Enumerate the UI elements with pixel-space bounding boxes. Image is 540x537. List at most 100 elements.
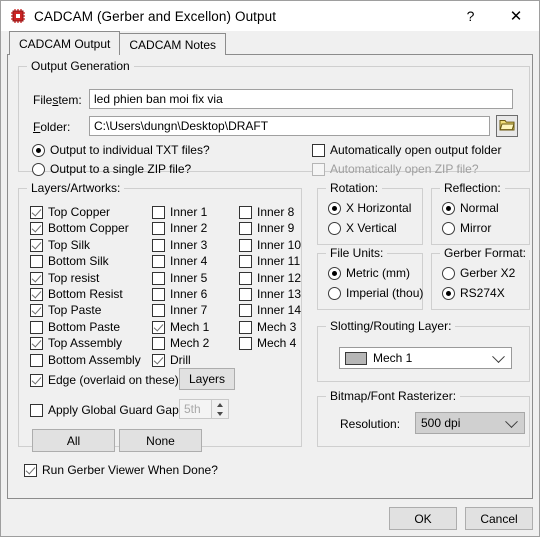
checkbox-layer-inner-4[interactable]: Inner 4 xyxy=(152,254,207,268)
select-all-layers-button[interactable]: All xyxy=(32,429,115,452)
radio-indicator xyxy=(32,162,45,176)
checkbox-layer-mech-2[interactable]: Mech 2 xyxy=(152,336,209,350)
checkbox-layer-inner-13[interactable]: Inner 13 xyxy=(239,287,301,301)
guard-gap-value[interactable]: 5th xyxy=(179,399,212,419)
checkbox-layer-top-copper[interactable]: Top Copper xyxy=(30,205,110,219)
layers-button-label: Layers xyxy=(188,372,226,386)
radio-metric-mm[interactable]: Metric (mm) xyxy=(328,266,410,280)
filestem-value: led phien ban moi fix via xyxy=(94,92,223,106)
cancel-button[interactable]: Cancel xyxy=(465,507,533,530)
browse-folder-button[interactable] xyxy=(496,115,518,137)
slotting-layer-select[interactable]: Mech 1 xyxy=(339,347,512,369)
checkbox-layer-bottom-paste[interactable]: Bottom Paste xyxy=(30,320,120,334)
tab-cadcam-output[interactable]: CADCAM Output xyxy=(9,31,121,55)
radio-imperial-thou[interactable]: Imperial (thou) xyxy=(328,286,423,300)
help-button[interactable]: ? xyxy=(448,1,493,31)
radio-x-horizontal[interactable]: X Horizontal xyxy=(328,201,411,215)
checkbox-layer-top-silk[interactable]: Top Silk xyxy=(30,238,90,252)
checkbox-layer-top-resist[interactable]: Top resist xyxy=(30,271,99,285)
checkbox-indicator xyxy=(30,403,43,417)
file-units-legend: File Units: xyxy=(326,246,388,260)
checkbox-layer-inner-3[interactable]: Inner 3 xyxy=(152,238,207,252)
output-generation-legend: Output Generation xyxy=(27,59,134,73)
radio-label: Mirror xyxy=(460,221,492,235)
layers-button[interactable]: Layers xyxy=(179,368,235,390)
checkbox-layer-inner-12[interactable]: Inner 12 xyxy=(239,271,301,285)
checkbox-label: Inner 7 xyxy=(170,303,208,317)
checkbox-auto-open-folder[interactable]: Automatically open output folder xyxy=(312,143,501,157)
radio-output-individual[interactable]: Output to individual TXT files? xyxy=(32,143,210,157)
file-units-group: File Units: Metric (mm) Imperial (thou) xyxy=(317,246,423,310)
checkbox-indicator xyxy=(30,205,43,219)
checkbox-label: Inner 6 xyxy=(170,287,208,301)
resolution-label: Resolution: xyxy=(340,417,401,431)
checkbox-indicator xyxy=(152,221,165,235)
checkbox-layer-bottom-resist[interactable]: Bottom Resist xyxy=(30,287,123,301)
ok-button[interactable]: OK xyxy=(389,507,457,530)
radio-gerber-x2[interactable]: Gerber X2 xyxy=(442,266,515,280)
radio-label: Gerber X2 xyxy=(460,266,516,280)
guard-gap-arrows[interactable] xyxy=(212,399,229,419)
checkbox-indicator xyxy=(152,287,165,301)
checkbox-edge-overlaid[interactable]: Edge (overlaid on these) xyxy=(30,373,179,387)
window-controls: ? ✕ xyxy=(448,1,539,31)
radio-indicator xyxy=(328,266,341,280)
tab-cadcam-notes[interactable]: CADCAM Notes xyxy=(119,33,227,55)
folder-input[interactable]: C:\Users\dungn\Desktop\DRAFT xyxy=(89,116,490,136)
checkbox-label: Inner 4 xyxy=(170,254,208,268)
radio-x-vertical[interactable]: X Vertical xyxy=(328,221,397,235)
checkbox-layer-mech-1[interactable]: Mech 1 xyxy=(152,320,209,334)
radio-normal[interactable]: Normal xyxy=(442,201,499,215)
checkbox-layer-inner-2[interactable]: Inner 2 xyxy=(152,221,207,235)
checkbox-layer-inner-6[interactable]: Inner 6 xyxy=(152,287,207,301)
checkbox-layer-mech-3[interactable]: Mech 3 xyxy=(239,320,296,334)
checkbox-layer-inner-10[interactable]: Inner 10 xyxy=(239,238,301,252)
checkbox-layer-inner-9[interactable]: Inner 9 xyxy=(239,221,294,235)
stepper-down-icon[interactable] xyxy=(212,409,228,418)
checkbox-layer-top-paste[interactable]: Top Paste xyxy=(30,303,101,317)
checkbox-label: Inner 11 xyxy=(257,254,301,268)
checkbox-layer-inner-8[interactable]: Inner 8 xyxy=(239,205,294,219)
checkbox-label: Inner 3 xyxy=(170,238,208,252)
filestem-input[interactable]: led phien ban moi fix via xyxy=(89,89,513,109)
checkbox-layer-inner-14[interactable]: Inner 14 xyxy=(239,303,301,317)
checkbox-layer-bottom-silk[interactable]: Bottom Silk xyxy=(30,254,109,268)
checkbox-layer-bottom-copper[interactable]: Bottom Copper xyxy=(30,221,129,235)
rotation-legend: Rotation: xyxy=(326,181,383,195)
checkbox-indicator xyxy=(30,287,43,301)
checkbox-label: Bottom Assembly xyxy=(48,353,141,367)
checkbox-indicator xyxy=(312,162,325,176)
tab-panel-cadcam-output: Output Generation Filestem: led phien ba… xyxy=(7,54,533,499)
guard-gap-stepper[interactable]: 5th xyxy=(179,399,229,419)
checkbox-label: Top Assembly xyxy=(48,336,123,350)
checkbox-layer-bottom-assembly[interactable]: Bottom Assembly xyxy=(30,353,141,367)
radio-label: X Horizontal xyxy=(346,201,412,215)
checkbox-label: Top Paste xyxy=(48,303,102,317)
checkbox-layer-inner-11[interactable]: Inner 11 xyxy=(239,254,300,268)
stepper-up-icon[interactable] xyxy=(212,400,228,409)
radio-label: Output to individual TXT files? xyxy=(50,143,210,157)
checkbox-layer-inner-7[interactable]: Inner 7 xyxy=(152,303,207,317)
checkbox-layer-drill[interactable]: Drill xyxy=(152,353,191,367)
checkbox-layer-mech-4[interactable]: Mech 4 xyxy=(239,336,296,350)
folder-open-icon xyxy=(499,118,515,135)
radio-output-zip[interactable]: Output to a single ZIP file? xyxy=(32,162,191,176)
checkbox-label: Edge (overlaid on these) xyxy=(48,373,179,387)
checkbox-indicator xyxy=(239,271,252,285)
slotting-routing-layer-group: Slotting/Routing Layer: Mech 1 xyxy=(317,319,530,382)
checkbox-layer-top-assembly[interactable]: Top Assembly xyxy=(30,336,122,350)
checkbox-run-gerber-viewer[interactable]: Run Gerber Viewer When Done? xyxy=(24,463,218,477)
resolution-select[interactable]: 500 dpi xyxy=(415,412,525,434)
checkbox-apply-global-guard-gap[interactable]: Apply Global Guard Gap xyxy=(30,403,179,417)
checkbox-label: Mech 4 xyxy=(257,336,297,350)
checkbox-label: Top Copper xyxy=(48,205,111,219)
checkbox-indicator xyxy=(30,254,43,268)
radio-mirror[interactable]: Mirror xyxy=(442,221,491,235)
close-button[interactable]: ✕ xyxy=(493,1,539,31)
dialog-footer: OK Cancel xyxy=(1,499,539,536)
checkbox-indicator xyxy=(239,287,252,301)
radio-rs274x[interactable]: RS274X xyxy=(442,286,505,300)
checkbox-layer-inner-1[interactable]: Inner 1 xyxy=(152,205,207,219)
checkbox-layer-inner-5[interactable]: Inner 5 xyxy=(152,271,207,285)
select-none-layers-button[interactable]: None xyxy=(119,429,202,452)
